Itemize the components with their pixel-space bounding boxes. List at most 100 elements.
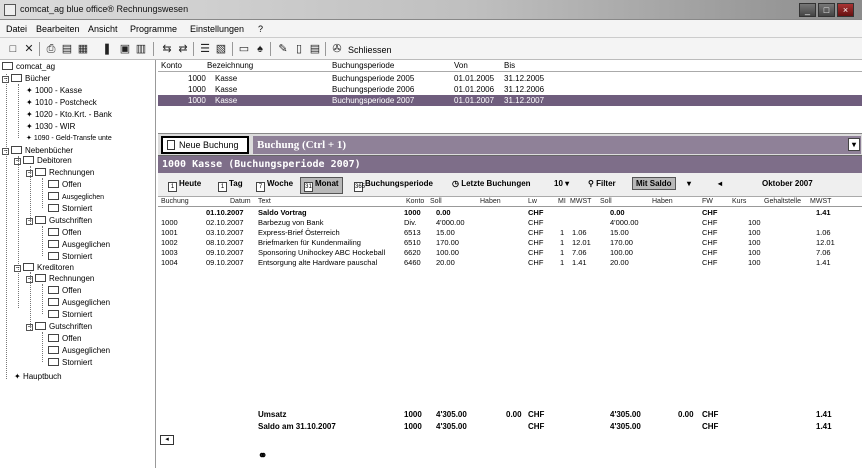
scroll-left-icon[interactable]: ◂ — [160, 435, 174, 445]
tree-account-1000[interactable]: ✦ 1000 - Kasse — [26, 86, 82, 95]
col-header-haben[interactable]: Haben — [480, 198, 501, 205]
tree-deb-rech-ausgeglichen[interactable]: Ausgeglichen — [48, 192, 104, 201]
tree-deb-gut-storniert[interactable]: Storniert — [48, 252, 92, 261]
tree-debitoren[interactable]: − Debitoren — [14, 156, 72, 165]
columns-icon[interactable]: ▧ — [214, 42, 228, 56]
bag-icon[interactable]: ♠ — [253, 42, 267, 56]
prev-month-icon[interactable]: ◂ — [718, 179, 722, 188]
period-row[interactable]: 1000 Kasse Buchungsperiode 2005 01.01.20… — [158, 73, 862, 84]
tree-kred-gut-storniert[interactable]: Storniert — [48, 358, 92, 367]
mit-saldo-toggle[interactable]: Mit Saldo — [632, 177, 676, 190]
tree-hauptbuch[interactable]: ✦ Hauptbuch — [14, 372, 62, 381]
collapse-icon[interactable]: − — [26, 324, 33, 331]
table-row[interactable]: 1000 02.10.2007 Barbezug von Bank Div. 4'000… — [158, 218, 862, 227]
tree-account-1020[interactable]: ✦ 1020 - Kto.Krt. - Bank — [26, 110, 112, 119]
col-header-text[interactable]: Text — [258, 198, 271, 205]
col-header-datum[interactable]: Datum — [230, 198, 251, 205]
col-header-soll-fw[interactable]: Soll — [600, 198, 612, 205]
menu-datei[interactable]: Datei — [6, 24, 27, 34]
bookmark-icon[interactable]: ❚ — [100, 42, 114, 56]
tree-kred-gut-offen[interactable]: Offen — [48, 334, 81, 343]
filter-letzte-button[interactable]: ◷ Letzte Buchungen — [452, 179, 531, 188]
col-header-gehaltstelle[interactable]: Gehaltstelle — [764, 198, 801, 205]
close-label-button[interactable]: Schliessen — [348, 45, 392, 55]
col-header-bis[interactable]: Bis — [504, 61, 515, 70]
collapse-icon[interactable]: − — [2, 148, 9, 155]
minimize-button[interactable]: _ — [799, 3, 816, 17]
tree-deb-gut-offen[interactable]: Offen — [48, 228, 81, 237]
collapse-icon[interactable]: − — [26, 276, 33, 283]
transfer-icon[interactable]: ⇄ — [176, 42, 190, 56]
collapse-icon[interactable]: − — [14, 265, 21, 272]
new-booking-button[interactable]: Neue Buchung — [161, 136, 249, 154]
col-header-haben-fw[interactable]: Haben — [652, 198, 673, 205]
print-icon[interactable]: ⎙ — [44, 42, 58, 56]
tree-deb-rech-offen[interactable]: Offen — [48, 180, 81, 189]
col-header-bezeichnung[interactable]: Bezeichnung — [207, 61, 253, 70]
col-header-mwst-saldo[interactable]: MWST — [810, 198, 831, 205]
col-header-buchung[interactable]: Buchung — [161, 198, 189, 205]
new-icon[interactable]: □ — [6, 42, 20, 56]
table-row[interactable]: 1001 03.10.2007 Express-Brief Österreich 65… — [158, 228, 862, 237]
tree-account-1090[interactable]: ✦ 1090 - Geld-Transfe unte — [26, 134, 112, 142]
delete-icon[interactable]: ✕ — [22, 42, 36, 56]
period-row[interactable]: 1000 Kasse Buchungsperiode 2006 01.01.20… — [158, 84, 862, 95]
tree-root[interactable]: comcat_ag — [2, 62, 55, 71]
export-icon[interactable]: ▦ — [76, 42, 90, 56]
filter-tag-button[interactable]: 1 Tag — [218, 179, 243, 192]
chevron-down-icon[interactable]: ▾ — [848, 138, 860, 151]
tree-kred-gut-ausgeglichen[interactable]: Ausgeglichen — [48, 346, 110, 355]
col-header-kurs[interactable]: Kurs — [732, 198, 746, 205]
period-row-selected[interactable]: 1000 Kasse Buchungsperiode 2007 01.01.20… — [158, 95, 862, 106]
filter-heute-button[interactable]: 1 Heute — [168, 179, 201, 192]
tree-account-1030[interactable]: ✦ 1030 - WIR — [26, 122, 75, 131]
collapse-icon[interactable]: − — [14, 158, 21, 165]
edit-icon[interactable]: ✎ — [276, 42, 290, 56]
clipboard-icon[interactable]: ▯ — [292, 42, 306, 56]
tree-account-1010[interactable]: ✦ 1010 - Postcheck — [26, 98, 97, 107]
maximize-button[interactable]: □ — [818, 3, 835, 17]
tree-kred-rech-offen[interactable]: Offen — [48, 286, 81, 295]
filter-woche-button[interactable]: 7 Woche — [256, 179, 293, 192]
calculator-icon[interactable]: ▭ — [237, 42, 251, 56]
table-row[interactable]: 1004 09.10.2007 Entsorgung alte Hardware p… — [158, 258, 862, 267]
exit-icon[interactable]: ✇ — [330, 42, 344, 56]
tree-kreditoren[interactable]: − Kreditoren — [14, 263, 74, 272]
col-header-von[interactable]: Von — [454, 61, 468, 70]
col-header-konto[interactable]: Konto — [161, 61, 182, 70]
table-row[interactable]: 1003 09.10.2007 Sponsoring Unihockey ABC H… — [158, 248, 862, 257]
tree-kred-rechnungen[interactable]: − Rechnungen — [26, 274, 94, 283]
tree-nebenbuecher[interactable]: − Nebenbücher — [2, 146, 73, 155]
tree-deb-gutschriften[interactable]: − Gutschriften — [26, 216, 92, 225]
menu-einstellungen[interactable]: Einstellungen — [190, 24, 244, 34]
col-header-mwst[interactable]: MWST — [570, 198, 591, 205]
col-header-periode[interactable]: Buchungsperiode — [332, 61, 394, 70]
col-header-fw[interactable]: FW — [702, 198, 713, 205]
tree-buecher[interactable]: − Bücher — [2, 74, 50, 83]
col-header-konto[interactable]: Konto — [406, 198, 424, 205]
menu-bearbeiten[interactable]: Bearbeiten — [36, 24, 80, 34]
filter-button[interactable]: ⚲ Filter — [588, 179, 616, 188]
tree-deb-rech-storniert[interactable]: Storniert — [48, 204, 92, 213]
menu-ansicht[interactable]: Ansicht — [88, 24, 118, 34]
col-header-lw[interactable]: Lw — [528, 198, 537, 205]
tree-kred-rech-storniert[interactable]: Storniert — [48, 310, 92, 319]
tree-kred-gutschriften[interactable]: − Gutschriften — [26, 322, 92, 331]
binoculars-icon[interactable]: ⚭ — [258, 449, 267, 462]
saldo-dropdown-icon[interactable]: ▾ — [687, 179, 691, 188]
close-button[interactable]: × — [837, 3, 854, 17]
import-icon[interactable]: ⇆ — [160, 42, 174, 56]
menu-programme[interactable]: Programme — [130, 24, 177, 34]
tree-kred-rech-ausgeglichen[interactable]: Ausgeglichen — [48, 298, 110, 307]
count-select[interactable]: 10 ▾ — [554, 179, 569, 188]
table-row[interactable]: 01.10.2007 Saldo Vortrag 1000 0.00 CHF 0.00 CH… — [158, 208, 862, 217]
col-header-soll[interactable]: Soll — [430, 198, 442, 205]
collapse-icon[interactable]: − — [26, 218, 33, 225]
menu-help[interactable]: ? — [258, 24, 263, 34]
collapse-icon[interactable]: − — [2, 76, 9, 83]
booking-panel-header[interactable]: Buchung (Ctrl + 1) ▾ — [253, 136, 861, 154]
filter-monat-button[interactable]: 31 Monat — [300, 177, 343, 194]
collapse-icon[interactable]: − — [26, 170, 33, 177]
tree-deb-gut-ausgeglichen[interactable]: Ausgeglichen — [48, 240, 110, 249]
table-row[interactable]: 1002 08.10.2007 Briefmarken für Kundenmail… — [158, 238, 862, 247]
